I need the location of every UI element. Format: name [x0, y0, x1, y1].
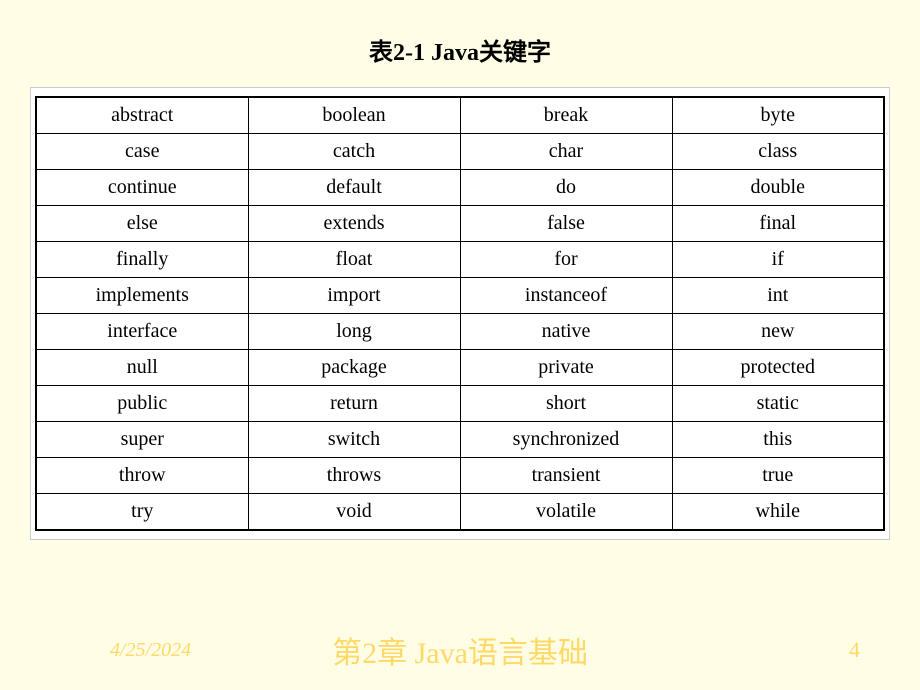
table-cell: throw — [36, 458, 248, 494]
table-cell: void — [248, 494, 460, 531]
table-cell: if — [672, 242, 884, 278]
table-title: 表2-1 Java关键字 — [0, 0, 920, 87]
table-cell: while — [672, 494, 884, 531]
table-cell: implements — [36, 278, 248, 314]
table-row: casecatchcharclass — [36, 134, 884, 170]
keywords-table: abstractbooleanbreakbytecasecatchcharcla… — [35, 96, 885, 531]
table-row: abstractbooleanbreakbyte — [36, 97, 884, 134]
table-cell: synchronized — [460, 422, 672, 458]
table-cell: instanceof — [460, 278, 672, 314]
table-row: elseextendsfalsefinal — [36, 206, 884, 242]
table-cell: class — [672, 134, 884, 170]
table-cell: try — [36, 494, 248, 531]
table-cell: byte — [672, 97, 884, 134]
table-row: tryvoidvolatilewhile — [36, 494, 884, 531]
table-cell: throws — [248, 458, 460, 494]
footer-date: 4/25/2024 — [110, 639, 191, 662]
table-cell: protected — [672, 350, 884, 386]
table-cell: long — [248, 314, 460, 350]
slide-footer: 4/25/2024 第2章 Java语言基础 4 — [0, 628, 920, 672]
table-cell: for — [460, 242, 672, 278]
table-row: nullpackageprivateprotected — [36, 350, 884, 386]
table-container: abstractbooleanbreakbytecasecatchcharcla… — [30, 87, 890, 540]
table-cell: this — [672, 422, 884, 458]
table-cell: extends — [248, 206, 460, 242]
footer-chapter: 第2章 Java语言基础 — [332, 628, 588, 672]
table-row: superswitchsynchronizedthis — [36, 422, 884, 458]
table-cell: new — [672, 314, 884, 350]
table-cell: true — [672, 458, 884, 494]
table-cell: boolean — [248, 97, 460, 134]
table-row: interfacelongnativenew — [36, 314, 884, 350]
table-cell: null — [36, 350, 248, 386]
table-cell: switch — [248, 422, 460, 458]
table-cell: abstract — [36, 97, 248, 134]
table-cell: native — [460, 314, 672, 350]
table-cell: int — [672, 278, 884, 314]
table-cell: short — [460, 386, 672, 422]
table-cell: else — [36, 206, 248, 242]
table-cell: catch — [248, 134, 460, 170]
table-cell: finally — [36, 242, 248, 278]
table-cell: continue — [36, 170, 248, 206]
table-cell: transient — [460, 458, 672, 494]
table-cell: default — [248, 170, 460, 206]
table-cell: final — [672, 206, 884, 242]
table-row: finallyfloatforif — [36, 242, 884, 278]
table-cell: break — [460, 97, 672, 134]
table-cell: public — [36, 386, 248, 422]
table-cell: interface — [36, 314, 248, 350]
table-row: continuedefaultdodouble — [36, 170, 884, 206]
table-cell: private — [460, 350, 672, 386]
table-row: throwthrowstransienttrue — [36, 458, 884, 494]
table-cell: static — [672, 386, 884, 422]
table-cell: super — [36, 422, 248, 458]
table-row: implementsimportinstanceofint — [36, 278, 884, 314]
table-cell: package — [248, 350, 460, 386]
table-cell: do — [460, 170, 672, 206]
footer-page: 4 — [849, 637, 860, 663]
table-cell: return — [248, 386, 460, 422]
table-cell: double — [672, 170, 884, 206]
table-cell: float — [248, 242, 460, 278]
table-cell: volatile — [460, 494, 672, 531]
table-cell: false — [460, 206, 672, 242]
table-cell: import — [248, 278, 460, 314]
table-row: publicreturnshortstatic — [36, 386, 884, 422]
table-cell: case — [36, 134, 248, 170]
table-cell: char — [460, 134, 672, 170]
